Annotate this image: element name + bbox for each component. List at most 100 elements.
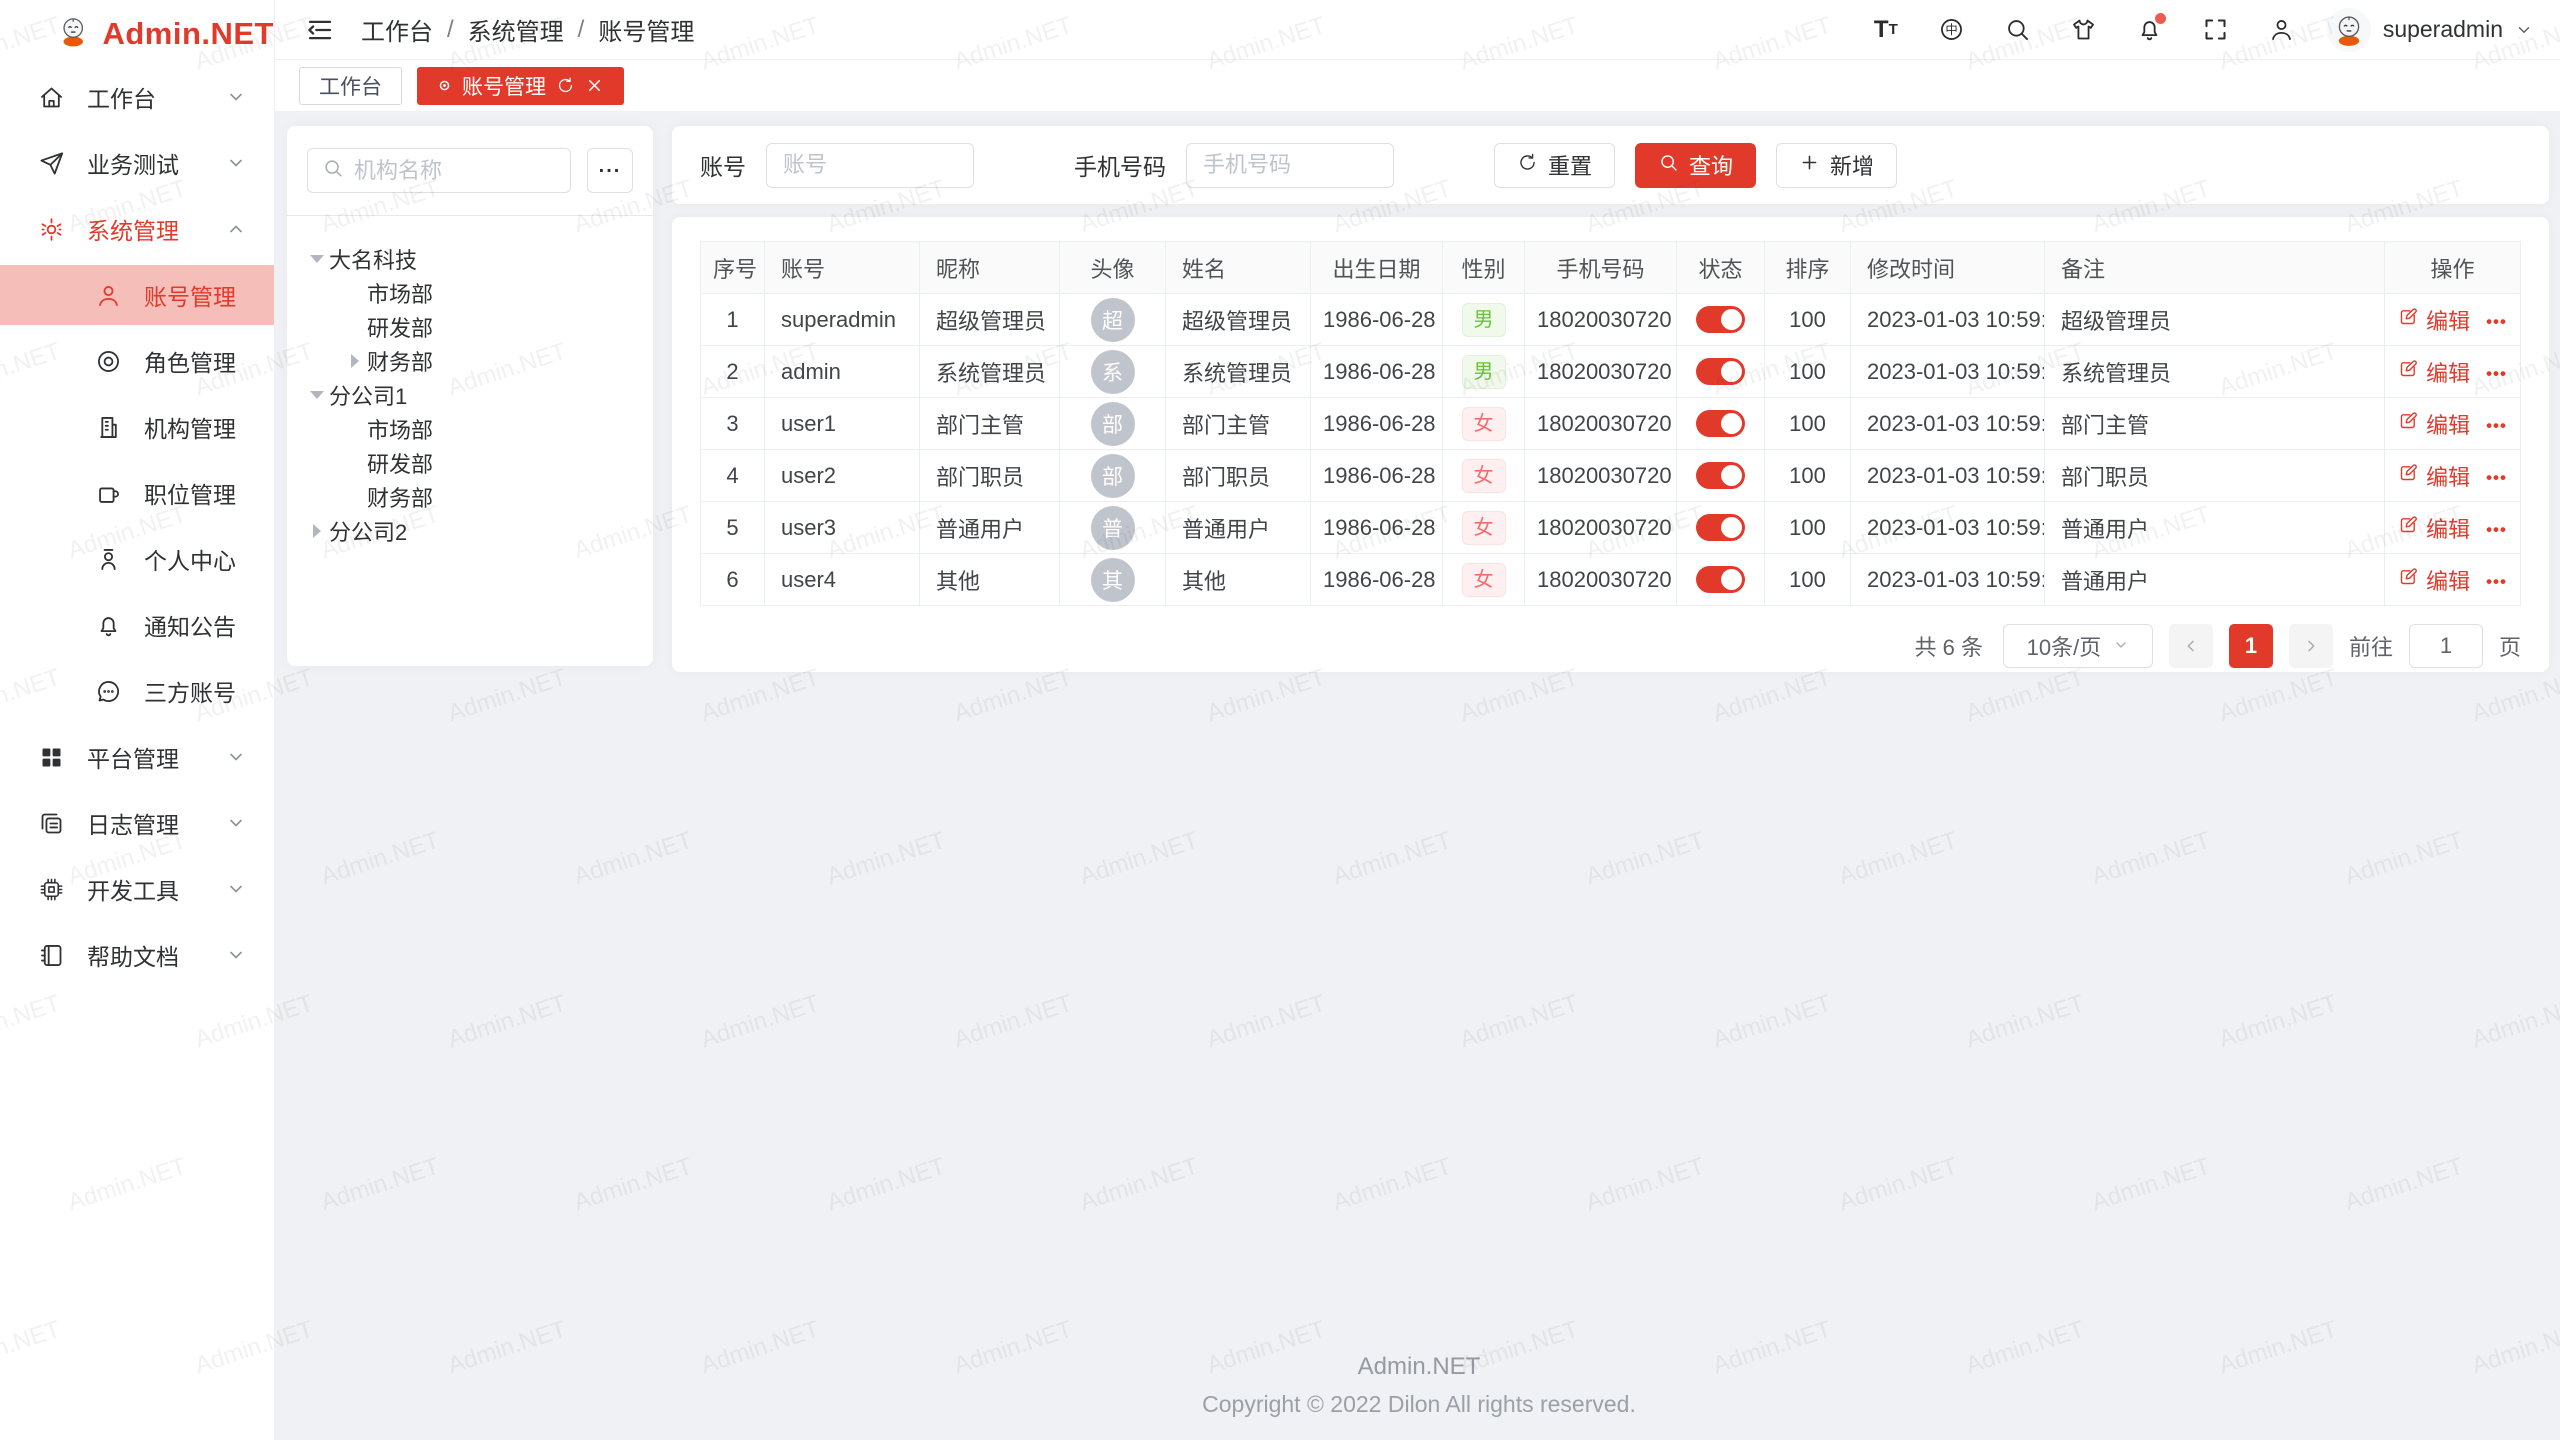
- collapse-menu-icon[interactable]: [305, 15, 335, 45]
- edit-button[interactable]: 编辑: [2398, 304, 2470, 336]
- breadcrumb-item-workbench[interactable]: 工作台: [361, 12, 433, 47]
- status-toggle[interactable]: [1696, 514, 1745, 541]
- sidebar-item-workbench[interactable]: 工作台: [0, 67, 274, 127]
- font-size-icon[interactable]: TT: [1865, 9, 1907, 51]
- breadcrumb-separator: /: [578, 16, 585, 44]
- reset-button[interactable]: 重置: [1494, 143, 1615, 188]
- status-toggle[interactable]: [1696, 306, 1745, 333]
- navbar-actions: TT 中 superadmin: [1865, 8, 2533, 52]
- cell-avatar: 普: [1060, 502, 1166, 554]
- tree-node[interactable]: 分公司2: [305, 514, 643, 548]
- cell-actions: 编辑 •••: [2385, 554, 2521, 606]
- tree-node[interactable]: 大名科技: [305, 242, 643, 276]
- logo[interactable]: Admin.NET: [0, 0, 274, 67]
- org-more-button[interactable]: ...: [587, 148, 633, 193]
- cell-modified: 2023-01-03 10:59:44: [1851, 398, 2045, 450]
- sidebar-item-log-management[interactable]: 日志管理: [0, 793, 274, 853]
- sidebar-item-notice[interactable]: 通知公告: [0, 595, 274, 655]
- edit-button[interactable]: 编辑: [2398, 564, 2470, 596]
- cell-gender: 男: [1443, 346, 1525, 398]
- cell-actions: 编辑 •••: [2385, 294, 2521, 346]
- status-toggle[interactable]: [1696, 358, 1745, 385]
- cell-account: user1: [765, 398, 920, 450]
- status-toggle[interactable]: [1696, 566, 1745, 593]
- sidebar-item-business-test[interactable]: 业务测试: [0, 133, 274, 193]
- edit-button[interactable]: 编辑: [2398, 460, 2470, 492]
- tree-node[interactable]: 研发部: [305, 446, 643, 480]
- avatar: 超: [1091, 298, 1135, 342]
- current-page-button[interactable]: 1: [2229, 624, 2273, 668]
- add-button[interactable]: 新增: [1776, 143, 1897, 188]
- search-button[interactable]: 查询: [1635, 143, 1756, 188]
- tree-node[interactable]: 财务部: [305, 344, 643, 378]
- sidebar-item-dev-tools[interactable]: 开发工具: [0, 859, 274, 919]
- sidebar-item-personal-center[interactable]: 个人中心: [0, 529, 274, 589]
- cell-nickname: 超级管理员: [920, 294, 1060, 346]
- more-actions-button[interactable]: •••: [2486, 312, 2507, 331]
- page-size-select[interactable]: 10条/页: [2003, 624, 2153, 668]
- goto-label: 前往: [2349, 630, 2393, 662]
- edit-icon: [2398, 306, 2419, 333]
- theme-shirt-icon[interactable]: [2063, 9, 2105, 51]
- sidebar-item-platform-management[interactable]: 平台管理: [0, 727, 274, 787]
- phone-filter-input[interactable]: [1186, 143, 1394, 188]
- cell-birth: 1986-06-28: [1311, 450, 1443, 502]
- close-tab-icon[interactable]: [585, 76, 604, 95]
- tree-node[interactable]: 财务部: [305, 480, 643, 514]
- sidebar-item-position-management[interactable]: 职位管理: [0, 463, 274, 523]
- sidebar-item-system-management[interactable]: 系统管理: [0, 199, 274, 259]
- prev-page-button[interactable]: [2169, 624, 2213, 668]
- more-actions-button[interactable]: •••: [2486, 468, 2507, 487]
- breadcrumb-item-account[interactable]: 账号管理: [598, 12, 694, 47]
- next-page-button[interactable]: [2289, 624, 2333, 668]
- user-menu[interactable]: superadmin: [2327, 8, 2533, 52]
- refresh-tab-icon[interactable]: [556, 76, 575, 95]
- tree-expand-icon[interactable]: [305, 383, 329, 407]
- more-actions-button[interactable]: •••: [2486, 416, 2507, 435]
- language-icon[interactable]: 中: [1931, 9, 1973, 51]
- footer-copyright: Copyright © 2022 Dilon All rights reserv…: [275, 1391, 2560, 1418]
- notification-bell-icon[interactable]: [2129, 9, 2171, 51]
- tree-expand-icon[interactable]: [305, 247, 329, 271]
- sidebar-item-role-management[interactable]: 角色管理: [0, 331, 274, 391]
- sidebar-item-account-management[interactable]: 账号管理: [0, 265, 274, 325]
- column-header: 修改时间: [1851, 242, 2045, 294]
- tree-expand-icon[interactable]: [305, 519, 329, 543]
- cell-name: 系统管理员: [1166, 346, 1311, 398]
- cell-avatar: 部: [1060, 398, 1166, 450]
- breadcrumb-item-system[interactable]: 系统管理: [468, 12, 564, 47]
- edit-button[interactable]: 编辑: [2398, 356, 2470, 388]
- org-tree-panel: ... 大名科技市场部研发部财务部分公司1市场部研发部财务部分公司2: [287, 126, 653, 666]
- status-toggle[interactable]: [1696, 410, 1745, 437]
- column-header: 姓名: [1166, 242, 1311, 294]
- logs-icon: [38, 810, 65, 837]
- tree-node[interactable]: 市场部: [305, 412, 643, 446]
- tree-node[interactable]: 分公司1: [305, 378, 643, 412]
- tree-node[interactable]: 研发部: [305, 310, 643, 344]
- profile-person-icon[interactable]: [2261, 9, 2303, 51]
- sidebar-item-org-management[interactable]: 机构管理: [0, 397, 274, 457]
- column-header: 序号: [701, 242, 765, 294]
- sidebar-item-help-docs[interactable]: 帮助文档: [0, 925, 274, 985]
- tree-node[interactable]: 市场部: [305, 276, 643, 310]
- org-search-input[interactable]: [354, 158, 556, 184]
- tab-account-management[interactable]: 账号管理: [417, 67, 624, 105]
- status-toggle[interactable]: [1696, 462, 1745, 489]
- search-icon[interactable]: [1997, 9, 2039, 51]
- table-row: 2admin系统管理员系系统管理员1986-06-28男180200307201…: [701, 346, 2521, 398]
- more-actions-button[interactable]: •••: [2486, 364, 2507, 383]
- tab-workbench[interactable]: 工作台: [299, 67, 402, 105]
- edit-button[interactable]: 编辑: [2398, 512, 2470, 544]
- sidebar-item-label: 平台管理: [87, 740, 226, 774]
- column-header: 状态: [1677, 242, 1765, 294]
- tree-expand-icon[interactable]: [343, 349, 367, 373]
- more-actions-button[interactable]: •••: [2486, 520, 2507, 539]
- column-header: 操作: [2385, 242, 2521, 294]
- more-actions-button[interactable]: •••: [2486, 572, 2507, 591]
- sidebar-item-third-account[interactable]: 三方账号: [0, 661, 274, 721]
- fullscreen-icon[interactable]: [2195, 9, 2237, 51]
- account-filter-input[interactable]: [766, 143, 974, 188]
- edit-button[interactable]: 编辑: [2398, 408, 2470, 440]
- cell-sort: 100: [1765, 398, 1851, 450]
- goto-page-input[interactable]: [2409, 624, 2483, 668]
